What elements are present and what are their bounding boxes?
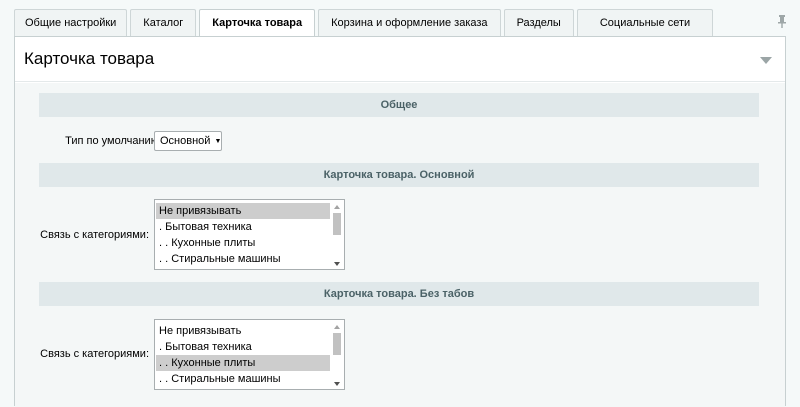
chevron-down-icon: ▼ — [214, 138, 222, 145]
list-item[interactable]: . . Стиральные машины — [156, 371, 330, 387]
panel-header: Карточка товара — [15, 37, 785, 82]
main-card-link-label: Связь с категориями: — [40, 229, 149, 241]
tab-cart-checkout[interactable]: Корзина и оформление заказа — [318, 9, 501, 36]
no-tabs-card-category-listbox[interactable]: Не привязывать . Бытовая техника . . Кух… — [154, 319, 345, 390]
tabs-bar: Общие настройки Каталог Карточка товара … — [14, 9, 786, 37]
section-main-card-header: Карточка товара. Основной — [39, 163, 759, 187]
panel-title: Карточка товара — [24, 49, 155, 68]
list-item[interactable]: Не привязывать — [156, 203, 330, 219]
list-item[interactable]: . . Кухонные плиты — [156, 235, 330, 251]
tab-catalog[interactable]: Каталог — [130, 9, 197, 36]
default-type-select[interactable]: Основной ▼ — [154, 131, 222, 151]
list-item[interactable]: . Бытовая техника — [156, 219, 330, 235]
list-item[interactable]: . Бытовая техника — [156, 339, 330, 355]
default-type-label: Тип по умолчанию: — [65, 135, 162, 147]
scroll-up-icon[interactable] — [334, 325, 340, 329]
scroll-up-icon[interactable] — [334, 205, 340, 209]
section-no-tabs-card-header: Карточка товара. Без табов — [39, 282, 759, 306]
list-item[interactable]: . . Стиральные машины — [156, 251, 330, 267]
scroll-down-icon[interactable] — [334, 382, 340, 386]
settings-content: Общее Тип по умолчанию: Основной ▼ Карточ… — [15, 83, 785, 407]
section-general-header: Общее — [39, 93, 759, 117]
list-item[interactable]: Не привязывать — [156, 323, 330, 339]
tab-product-card[interactable]: Карточка товара — [199, 9, 316, 37]
scroll-down-icon[interactable] — [334, 262, 340, 266]
no-tabs-card-link-label: Связь с категориями: — [40, 348, 149, 360]
default-type-value: Основной — [160, 135, 211, 147]
listbox-scrollbar[interactable] — [331, 201, 343, 268]
product-card-panel: Карточка товара Общее Тип по умолчанию: … — [14, 36, 786, 407]
triangle-down-icon[interactable] — [760, 57, 772, 64]
listbox-scrollbar[interactable] — [331, 321, 343, 388]
tab-social-networks[interactable]: Социальные сети — [576, 9, 714, 36]
scrollbar-thumb[interactable] — [333, 333, 341, 355]
tab-sections[interactable]: Разделы — [503, 9, 574, 36]
main-card-category-listbox[interactable]: Не привязывать . Бытовая техника . . Кух… — [154, 199, 345, 270]
tab-general-settings[interactable]: Общие настройки — [14, 9, 128, 36]
scrollbar-thumb[interactable] — [333, 213, 341, 235]
pin-icon[interactable] — [778, 15, 786, 31]
list-item[interactable]: . . Кухонные плиты — [156, 355, 330, 371]
